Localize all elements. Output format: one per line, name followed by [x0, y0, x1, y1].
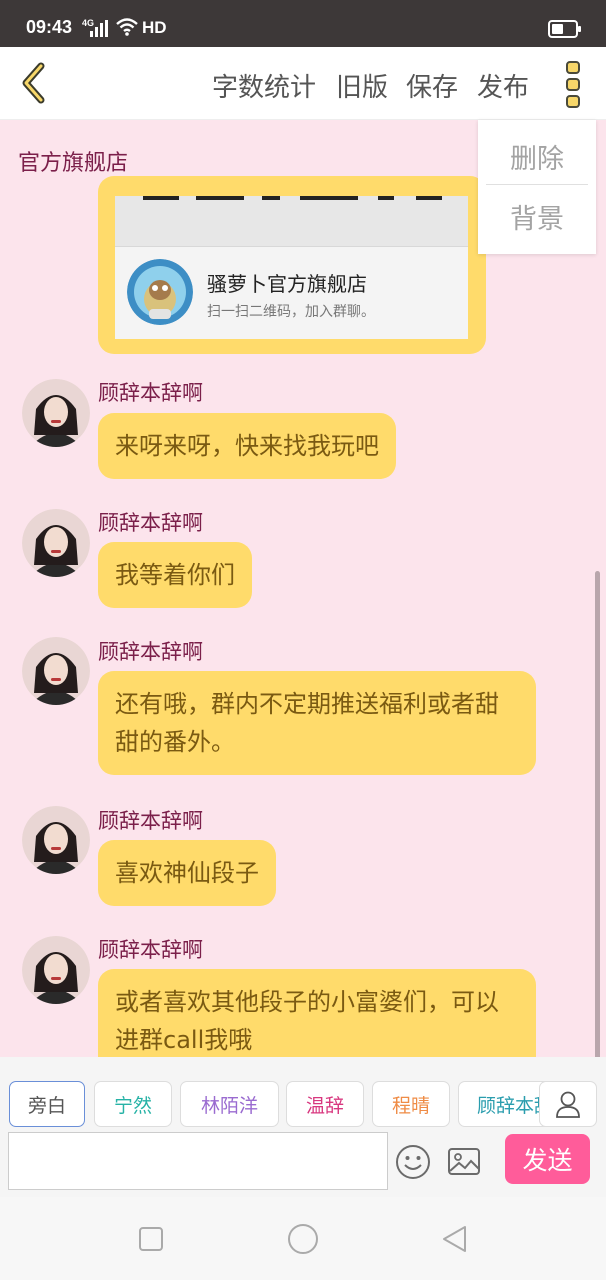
avatar[interactable] — [22, 806, 90, 874]
scrollbar[interactable] — [595, 571, 600, 1057]
status-time: 09:43 — [26, 17, 73, 37]
background-menu-item[interactable]: 背景 — [478, 184, 596, 248]
role-label: 旁白 — [27, 1094, 66, 1117]
group-name: 骚萝卜官方旗舰店 — [207, 272, 367, 296]
status-bar: 09:43 4G HD — [0, 0, 606, 47]
more-button[interactable] — [556, 59, 590, 109]
chat-area[interactable]: 官方旗舰店 骚萝卜官方旗舰店 扫一扫二维码，加入群聊。 顾辞本辞啊 来呀来呀，快… — [0, 121, 606, 1057]
qr-code-fragment — [196, 196, 244, 200]
role-chip-linmoyang[interactable]: 林陌洋 — [180, 1081, 279, 1127]
message-bubble[interactable]: 或者喜欢其他段子的小富婆们，可以进群call我哦 — [98, 969, 536, 1057]
message-bubble[interactable]: 来呀来呀，快来找我玩吧 — [98, 413, 396, 479]
qr-code-fragment — [143, 196, 179, 200]
message-bubble[interactable]: 还有哦，群内不定期推送福利或者甜甜的番外。 — [98, 671, 536, 775]
role-chip-chengqing[interactable]: 程晴 — [372, 1081, 450, 1127]
role-chip-wenci[interactable]: 温辞 — [286, 1081, 364, 1127]
qr-code-fragment — [262, 196, 280, 200]
more-vertical-icon — [566, 61, 580, 108]
role-label: 宁然 — [113, 1094, 152, 1117]
card-divider — [115, 246, 468, 247]
delete-menu-item[interactable]: 删除 — [478, 124, 596, 188]
back-triangle-icon[interactable] — [440, 1224, 470, 1254]
emoji-icon — [396, 1145, 430, 1179]
battery-icon — [548, 20, 581, 38]
send-button[interactable]: 发送 — [505, 1134, 590, 1184]
role-label: 温辞 — [305, 1094, 344, 1117]
wifi-icon — [116, 18, 138, 36]
avatar[interactable] — [22, 637, 90, 705]
sender-name: 顾辞本辞啊 — [98, 809, 203, 833]
emoji-button[interactable] — [394, 1143, 432, 1181]
role-label: 程晴 — [391, 1094, 430, 1117]
circle-icon[interactable] — [286, 1222, 320, 1256]
composer-area: 旁白 宁然 林陌洋 温辞 程晴 顾辞本辞啊 发送 — [0, 1057, 606, 1197]
chat-title: 官方旗舰店 — [18, 151, 129, 176]
qr-code-fragment — [300, 196, 358, 200]
system-nav-bar — [0, 1197, 606, 1280]
top-bar: 字数统计 旧版 保存 发布 — [0, 47, 606, 120]
message-bubble[interactable]: 喜欢神仙段子 — [98, 840, 276, 906]
back-button[interactable] — [10, 59, 56, 107]
chevron-left-icon — [22, 62, 45, 104]
qr-code-fragment — [416, 196, 442, 200]
qr-code-fragment — [378, 196, 394, 200]
role-label: 林陌洋 — [200, 1094, 258, 1117]
sender-name: 顾辞本辞啊 — [98, 381, 203, 405]
square-icon[interactable] — [137, 1225, 165, 1253]
image-icon — [448, 1148, 480, 1175]
role-chip-ningran[interactable]: 宁然 — [94, 1081, 172, 1127]
hd-indicator: HD — [142, 18, 167, 37]
old-version-button[interactable]: 旧版 — [336, 67, 388, 104]
publish-button[interactable]: 发布 — [477, 67, 529, 104]
save-button[interactable]: 保存 — [406, 67, 458, 104]
sender-name: 顾辞本辞啊 — [98, 511, 203, 535]
role-chip-narrator[interactable]: 旁白 — [9, 1081, 85, 1127]
group-avatar — [127, 259, 193, 325]
avatar[interactable] — [22, 509, 90, 577]
sender-name: 顾辞本辞啊 — [98, 938, 203, 962]
group-description: 扫一扫二维码，加入群聊。 — [207, 304, 375, 320]
avatar[interactable] — [22, 936, 90, 1004]
sender-name: 顾辞本辞啊 — [98, 640, 203, 664]
person-icon — [556, 1091, 580, 1118]
more-menu: 删除 背景 — [478, 120, 596, 254]
avatar[interactable] — [22, 379, 90, 447]
qr-code-area — [115, 196, 468, 246]
message-input[interactable] — [8, 1132, 388, 1190]
word-count-button[interactable]: 字数统计 — [212, 67, 316, 104]
signal-icon — [90, 20, 108, 37]
role-manager-button[interactable] — [539, 1081, 597, 1127]
message-bubble[interactable]: 我等着你们 — [98, 542, 252, 608]
image-button[interactable] — [446, 1145, 482, 1179]
